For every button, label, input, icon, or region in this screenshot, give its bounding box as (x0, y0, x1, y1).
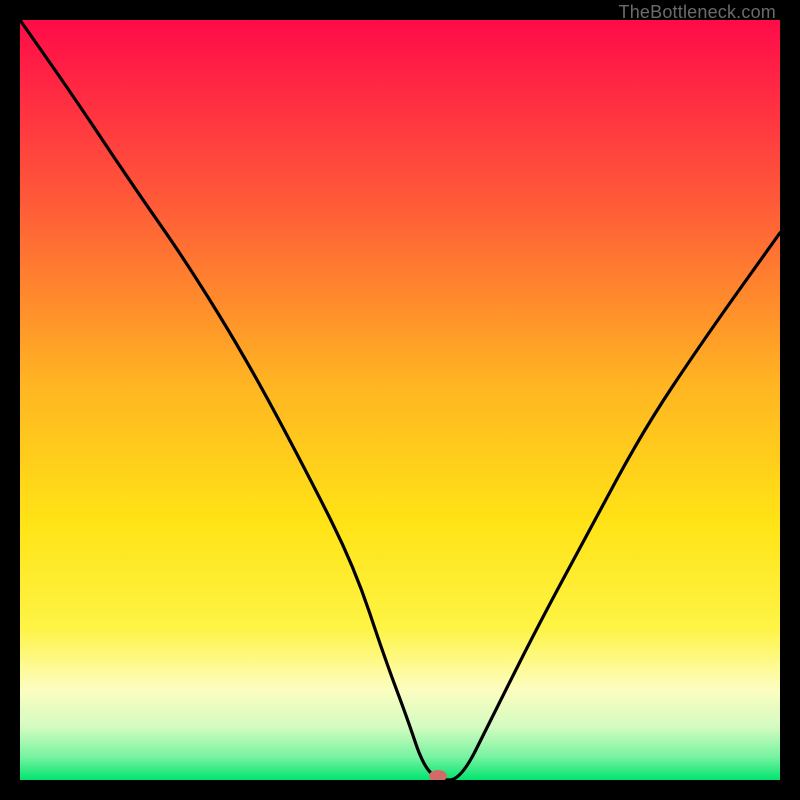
plot-area (20, 20, 780, 780)
watermark-text: TheBottleneck.com (619, 2, 776, 23)
bottleneck-curve (20, 20, 780, 780)
